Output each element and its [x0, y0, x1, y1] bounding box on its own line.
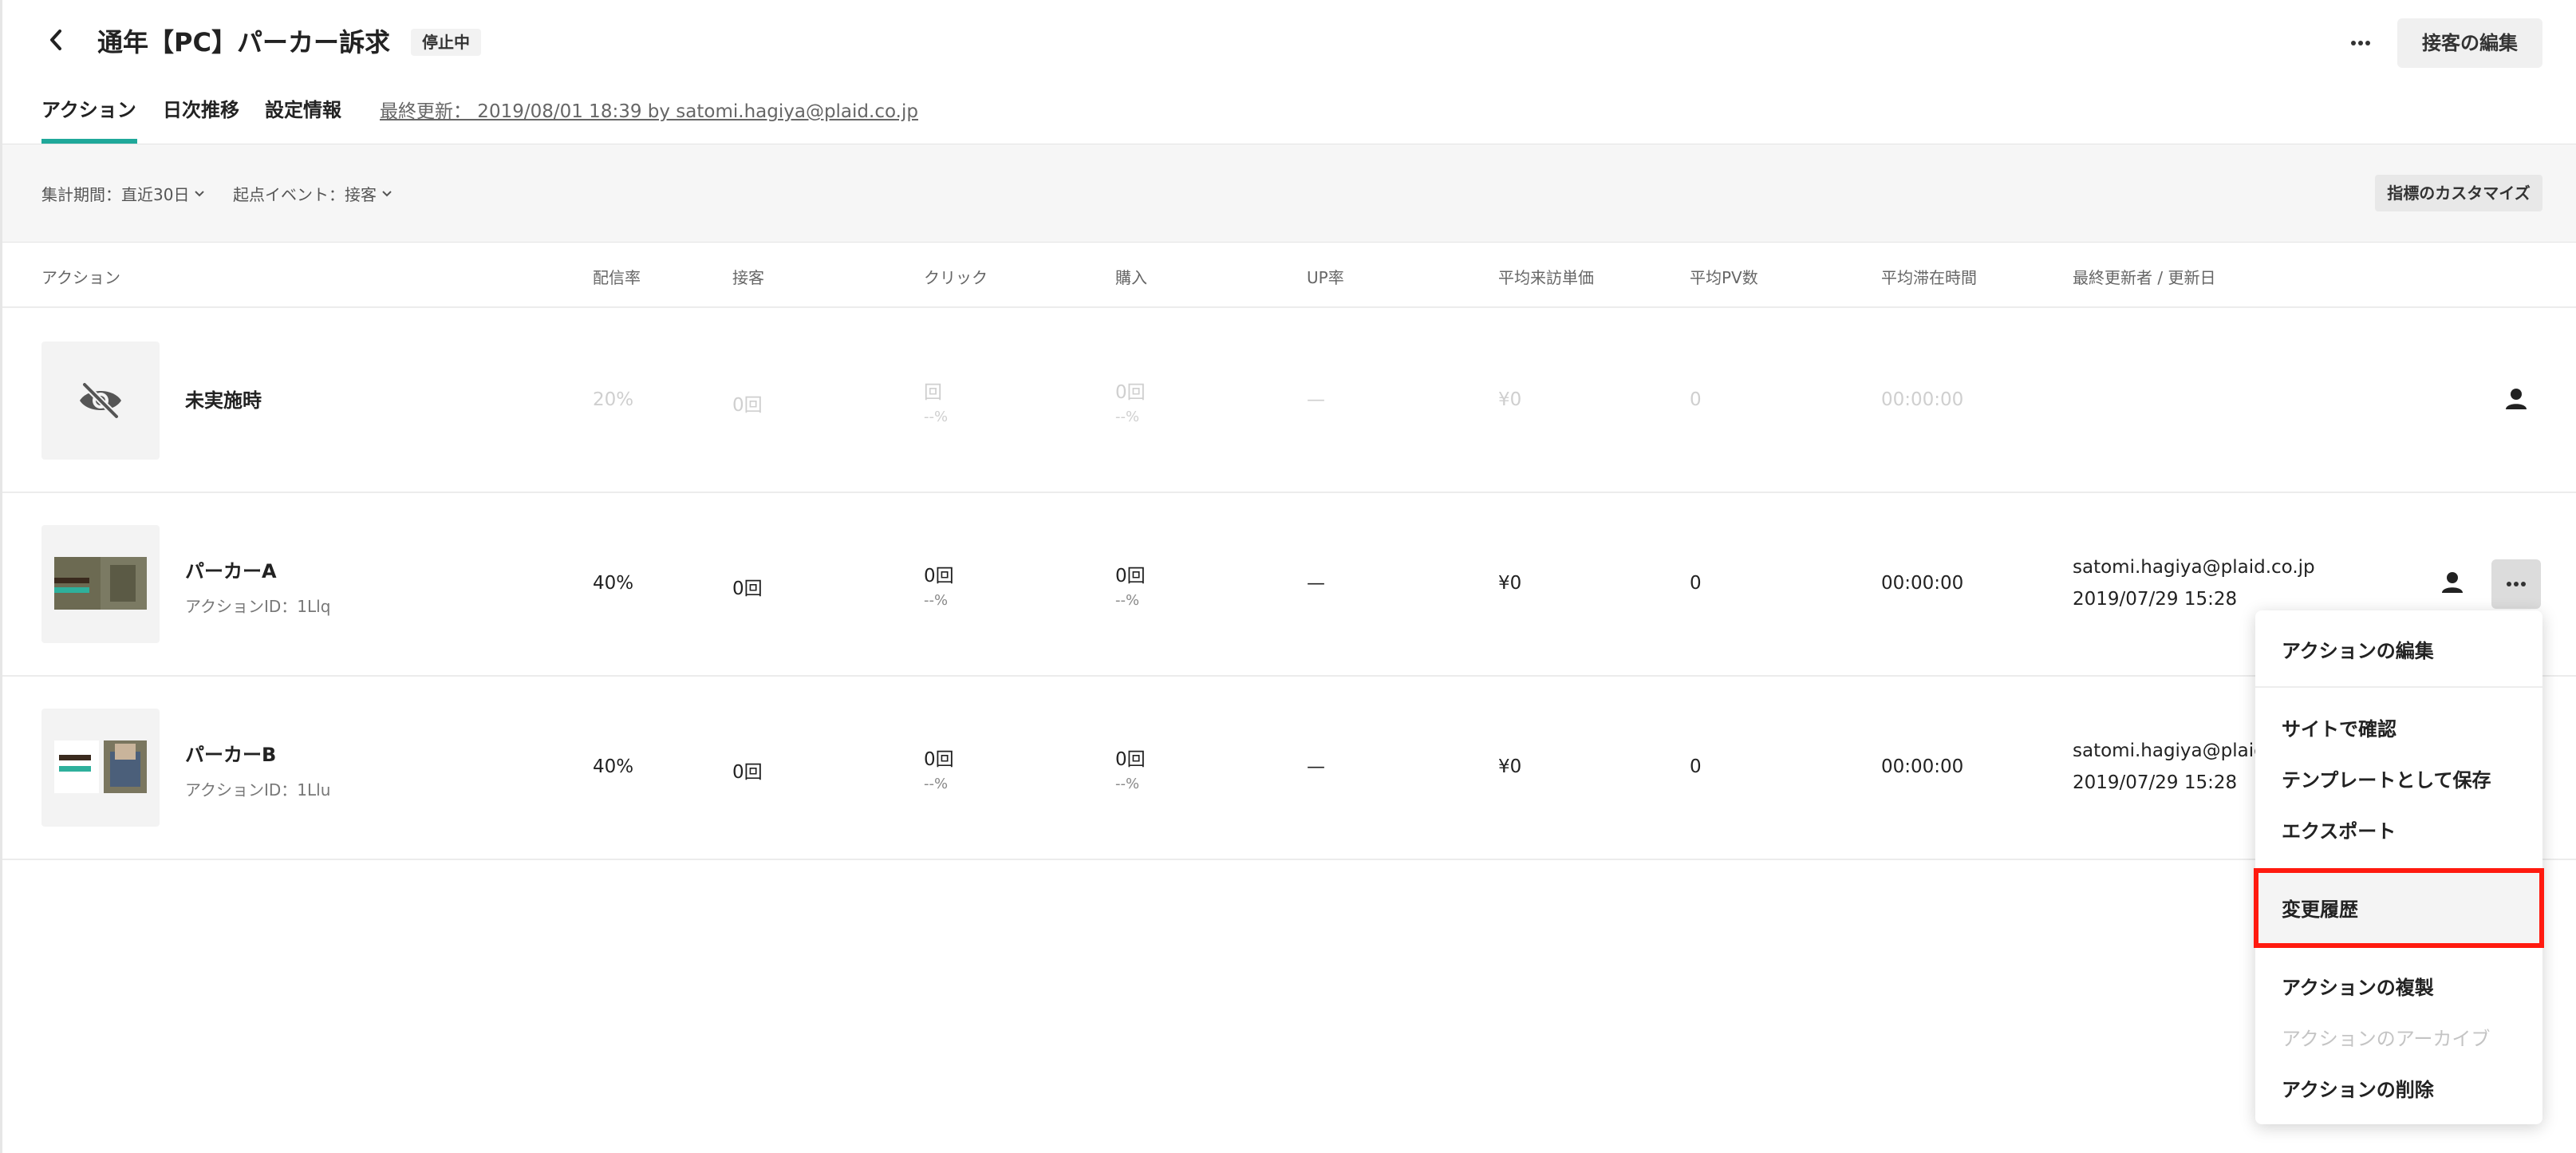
column-header-purchase: 購入 — [1115, 268, 1147, 287]
action-name[interactable]: パーカーA — [185, 555, 277, 583]
purchase-rate: --% — [1115, 592, 1140, 609]
updated-date: 2019/07/29 15:28 — [2073, 772, 2238, 793]
action-id: アクションID：1Llq — [185, 597, 331, 616]
column-header-avg-time: 平均滞在時間 — [1881, 268, 1977, 287]
click-rate: --% — [924, 409, 949, 425]
click-count: 0回 — [924, 566, 954, 586]
tab-daily-trend[interactable]: 日次推移 — [163, 94, 239, 122]
menu-item-edit-action[interactable]: アクションの編集 — [2282, 635, 2434, 663]
edit-campaign-button[interactable]: 接客の編集 — [2397, 18, 2542, 68]
column-header-avg-pv: 平均PV数 — [1690, 268, 1758, 287]
chevron-down-icon — [382, 190, 392, 196]
purchase-count: 0回 — [1115, 749, 1146, 770]
user-icon[interactable] — [2441, 571, 2464, 597]
more-horizontal-icon — [2351, 41, 2370, 45]
action-name[interactable]: パーカーB — [185, 739, 276, 767]
avg-time: 00:00:00 — [1881, 389, 1964, 410]
menu-item-save-template[interactable]: テンプレートとして保存 — [2282, 764, 2491, 792]
up-rate: — — [1307, 573, 1325, 594]
avg-price: ¥0 — [1498, 756, 1522, 777]
user-icon[interactable] — [2505, 388, 2527, 413]
updater-email: satomi.hagiya@plaid. — [2073, 740, 2272, 761]
updater-email: satomi.hagiya@plaid.co.jp — [2073, 557, 2315, 578]
divider — [2, 859, 2576, 860]
purchase-rate: --% — [1115, 776, 1140, 792]
column-header-avg-price: 平均来訪単価 — [1498, 268, 1594, 287]
visits-count: 0回 — [732, 395, 763, 416]
column-header-click: クリック — [924, 268, 988, 287]
avg-price: ¥0 — [1498, 573, 1522, 594]
up-rate: — — [1307, 756, 1325, 777]
visits-count: 0回 — [732, 762, 763, 783]
action-id: アクションID：1Llu — [185, 780, 331, 800]
purchase-rate: --% — [1115, 409, 1140, 425]
period-filter[interactable]: 集計期間：直近30日 — [41, 182, 205, 205]
column-header-updater: 最終更新者 / 更新日 — [2073, 268, 2216, 287]
action-thumbnail — [41, 525, 160, 643]
click-rate: --% — [924, 776, 949, 792]
menu-item-export[interactable]: エクスポート — [2282, 815, 2396, 843]
click-count: 0回 — [924, 749, 954, 770]
up-rate: — — [1307, 389, 1325, 410]
event-filter-label: 起点イベント：接客 — [233, 185, 377, 204]
column-header-visits: 接客 — [732, 268, 764, 287]
header-more-button[interactable] — [2341, 24, 2380, 62]
period-filter-label: 集計期間：直近30日 — [41, 185, 190, 204]
divider — [2, 675, 2576, 677]
action-thumbnail — [41, 709, 160, 827]
tab-actions[interactable]: アクション — [41, 94, 136, 122]
avg-pv: 0 — [1690, 389, 1702, 410]
page-title: 通年【PC】パーカー訴求 — [97, 27, 390, 57]
action-thumbnail — [41, 342, 160, 460]
customize-metrics-button[interactable]: 指標のカスタマイズ — [2375, 175, 2542, 211]
more-horizontal-icon — [2507, 582, 2526, 586]
banner-image — [54, 740, 147, 793]
back-button[interactable] — [40, 24, 72, 56]
visits-count: 0回 — [732, 578, 763, 599]
purchase-count: 0回 — [1115, 382, 1146, 403]
avg-pv: 0 — [1690, 573, 1702, 594]
delivery-rate: 20% — [593, 389, 634, 410]
avg-price: ¥0 — [1498, 389, 1522, 410]
click-rate: --% — [924, 592, 949, 609]
menu-item-duplicate-action[interactable]: アクションの複製 — [2282, 972, 2434, 1000]
divider — [2, 306, 2576, 308]
status-badge: 停止中 — [411, 29, 481, 56]
column-header-up-rate: UP率 — [1307, 268, 1344, 287]
column-header-delivery: 配信率 — [593, 268, 641, 287]
avg-time: 00:00:00 — [1881, 756, 1964, 777]
avg-pv: 0 — [1690, 756, 1702, 777]
menu-item-delete-action[interactable]: アクションの削除 — [2282, 1074, 2434, 1102]
delivery-rate: 40% — [593, 573, 634, 594]
tab-settings[interactable]: 設定情報 — [265, 94, 341, 122]
last-updated-link[interactable]: 最終更新： 2019/08/01 18:39 by satomi.hagiya@… — [380, 96, 918, 123]
purchase-count: 0回 — [1115, 566, 1146, 586]
menu-divider — [2255, 686, 2542, 688]
delivery-rate: 40% — [593, 756, 634, 777]
chevron-down-icon — [195, 190, 205, 196]
action-name[interactable]: 未実施時 — [185, 385, 262, 413]
banner-image — [54, 557, 147, 610]
eye-off-icon — [80, 381, 121, 420]
chevron-left-icon — [50, 30, 61, 50]
updated-date: 2019/07/29 15:28 — [2073, 589, 2238, 610]
row-more-button[interactable] — [2491, 559, 2541, 609]
highlight-box — [2254, 868, 2544, 948]
menu-item-view-on-site[interactable]: サイトで確認 — [2282, 713, 2397, 741]
event-filter[interactable]: 起点イベント：接客 — [233, 182, 393, 205]
menu-item-archive-action: アクションのアーカイブ — [2282, 1028, 2491, 1050]
click-count: 回 — [924, 382, 942, 403]
divider — [2, 492, 2576, 493]
column-header-action: アクション — [41, 268, 120, 287]
avg-time: 00:00:00 — [1881, 573, 1964, 594]
